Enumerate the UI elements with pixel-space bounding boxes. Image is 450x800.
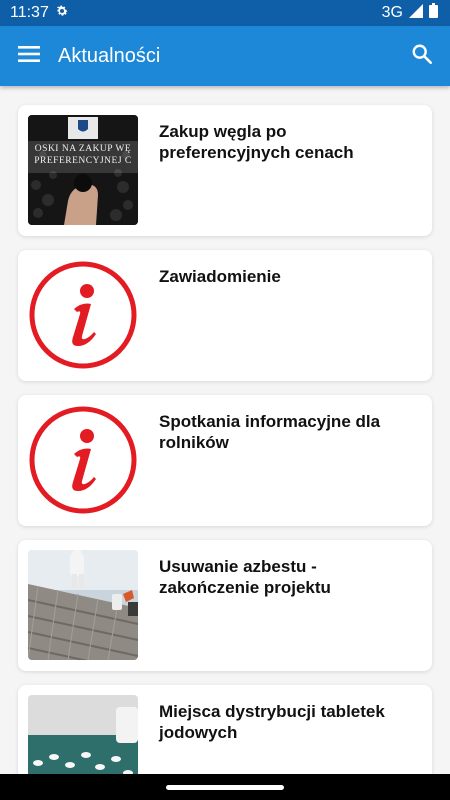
thumbnail-overlay-text: OSKI NA ZAKUP WĘ PREFERENCYJNEJ C — [34, 144, 132, 166]
news-title: Miejsca dystrybucji tabletek jodowych — [159, 702, 385, 742]
hamburger-icon — [18, 45, 40, 67]
news-card[interactable]: Miejsca dystrybucji tabletek jodowych — [18, 685, 432, 774]
home-gesture-handle[interactable] — [166, 784, 284, 790]
app-bar: Aktualności — [0, 26, 450, 86]
news-title: Spotkania informacyjne dla rolników — [159, 412, 381, 452]
system-navigation-bar — [0, 774, 450, 800]
news-thumbnail-tablets — [28, 695, 138, 774]
news-title: Usuwanie azbestu - zakończenie projektu — [159, 557, 331, 597]
info-icon — [28, 260, 138, 370]
news-card[interactable]: Spotkania informacyjne dla rolników — [18, 395, 432, 526]
battery-icon — [429, 3, 438, 23]
menu-button[interactable] — [0, 26, 58, 86]
status-time: 11:37 — [10, 4, 49, 21]
search-icon — [411, 43, 433, 70]
settings-gear-icon — [55, 4, 69, 23]
news-title: Zakup węgla po preferencyjnych cenach — [159, 122, 354, 162]
news-list[interactable]: OSKI NA ZAKUP WĘ PREFERENCYJNEJ C Zakup … — [0, 86, 450, 774]
news-title: Zawiadomienie — [159, 267, 281, 286]
page-title: Aktualności — [58, 44, 161, 67]
info-icon — [28, 405, 138, 515]
signal-icon — [409, 3, 423, 23]
search-button[interactable] — [394, 26, 450, 86]
news-thumbnail-info — [28, 405, 138, 515]
news-thumbnail-coal: OSKI NA ZAKUP WĘ PREFERENCYJNEJ C — [28, 115, 138, 225]
status-bar: 11:37 3G — [0, 0, 450, 26]
network-type: 3G — [381, 4, 403, 21]
news-card[interactable]: OSKI NA ZAKUP WĘ PREFERENCYJNEJ C Zakup … — [18, 105, 432, 236]
news-card[interactable]: Zawiadomienie — [18, 250, 432, 381]
news-thumbnail-info — [28, 260, 138, 370]
news-thumbnail-asbestos — [28, 550, 138, 660]
news-card[interactable]: Usuwanie azbestu - zakończenie projektu — [18, 540, 432, 671]
